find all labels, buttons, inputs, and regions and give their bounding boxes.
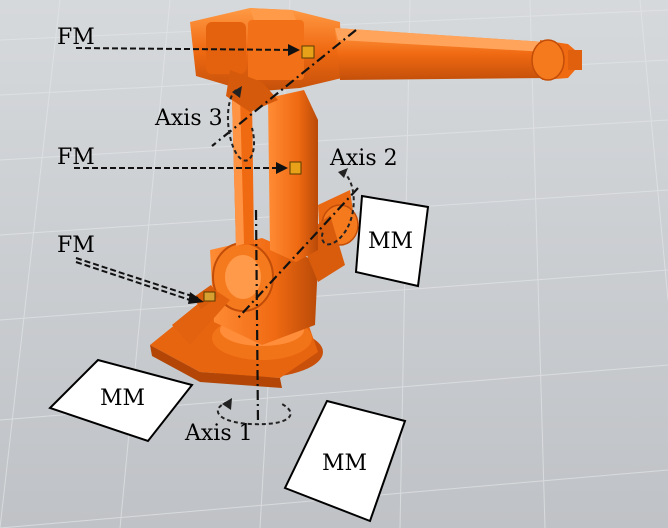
fm-label-top: FM <box>57 25 95 50</box>
mm-label-bottom: MM <box>322 451 367 476</box>
fm-label-mid: FM <box>57 145 95 170</box>
diagram-canvas: MM MM MM FM FM FM Axis 3 Axis 2 Axis 1 <box>0 0 668 528</box>
fm-sensor-top <box>301 45 315 59</box>
mm-label-right: MM <box>368 229 413 254</box>
fm-sensor-mid <box>289 161 302 175</box>
robot-lower-arm <box>232 90 318 262</box>
fm-sensor-bottom <box>203 291 216 302</box>
axis-2-label: Axis 2 <box>329 146 398 171</box>
axis-1-label: Axis 1 <box>184 421 253 446</box>
mm-marker-right: MM <box>354 194 430 288</box>
axis-3-label: Axis 3 <box>154 106 223 131</box>
robot-diagram: MM MM MM FM FM FM Axis 3 Axis 2 Axis 1 <box>0 0 668 528</box>
fm-label-bottom: FM <box>57 233 95 258</box>
mm-label-left: MM <box>100 386 145 411</box>
